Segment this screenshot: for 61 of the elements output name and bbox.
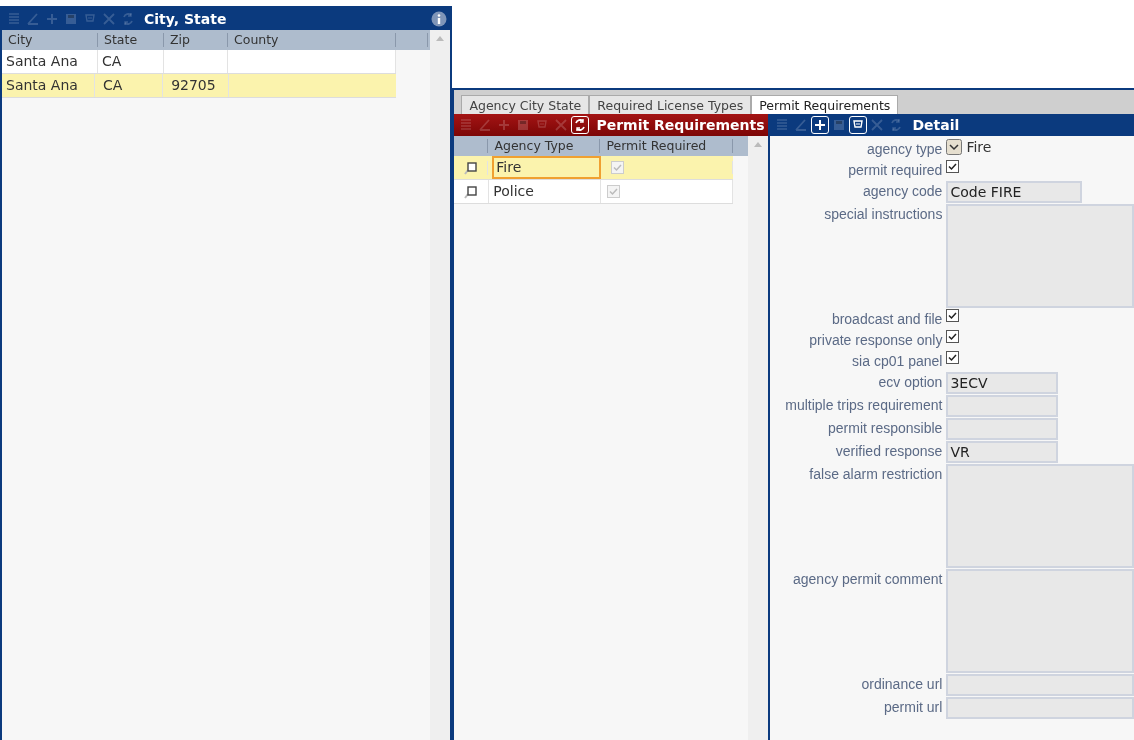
table-row[interactable]: Fire <box>454 156 734 180</box>
text-area[interactable] <box>946 464 1134 568</box>
dropdown-icon[interactable] <box>946 139 963 155</box>
filter-icon[interactable] <box>849 116 868 134</box>
input-field[interactable]: Code FIRE <box>946 181 1083 203</box>
field-label: false alarm restriction <box>808 465 943 484</box>
field-label: permit url <box>883 698 943 717</box>
field-label: special instructions <box>823 205 943 224</box>
refresh-icon[interactable] <box>571 116 590 134</box>
field-label: ecv option <box>877 373 943 392</box>
table-row[interactable]: Santa Ana CA 92705 <box>2 74 396 98</box>
column-header[interactable]: Zip <box>164 33 228 47</box>
column-header[interactable]: City <box>2 33 98 47</box>
field-label: multiple trips requirement <box>784 396 943 415</box>
checkbox[interactable] <box>946 351 960 364</box>
panel-title: City, State <box>144 11 227 27</box>
table-cell: 92705 <box>167 74 230 97</box>
field-label: verified response <box>834 442 943 461</box>
column-header[interactable]: County <box>228 33 396 47</box>
scroll-up-icon[interactable] <box>754 142 763 147</box>
select-value: Fire <box>966 139 992 155</box>
table-row[interactable]: Santa Ana CA <box>2 50 396 74</box>
table-row[interactable]: Police <box>454 180 734 204</box>
input-field[interactable]: VR <box>946 441 1059 463</box>
text-area[interactable] <box>946 569 1134 673</box>
input-field[interactable] <box>946 395 1059 417</box>
field-label: private response only <box>808 331 943 350</box>
input-field[interactable] <box>946 418 1059 440</box>
table-cell: CA <box>98 50 164 73</box>
column-header[interactable]: State <box>98 33 164 47</box>
table-cell: CA <box>99 74 164 97</box>
tab[interactable]: Permit Requirements <box>751 95 899 114</box>
field-label: agency type <box>865 140 943 159</box>
tab[interactable]: Agency City State <box>461 95 590 114</box>
table-cell: Police <box>489 180 601 203</box>
plus-icon[interactable] <box>811 116 830 134</box>
tab[interactable]: Required License Types <box>589 95 752 114</box>
field-label: broadcast and file <box>830 310 943 329</box>
column-header[interactable]: Agency Type <box>488 139 601 153</box>
info-icon[interactable] <box>431 11 448 27</box>
panel-title: Detail <box>912 117 960 133</box>
table-cell: Fire <box>492 156 601 179</box>
row-marker-icon[interactable] <box>463 160 478 175</box>
checkbox[interactable] <box>946 330 960 343</box>
input-field[interactable] <box>946 697 1134 719</box>
checkbox[interactable] <box>946 160 960 173</box>
row-marker-icon[interactable] <box>464 184 479 199</box>
field-label: permit required <box>847 161 943 180</box>
input-field[interactable] <box>946 674 1134 696</box>
field-label: permit responsible <box>827 419 943 438</box>
field-label: agency code <box>862 182 943 201</box>
panel-title: Permit Requirements <box>596 117 765 133</box>
scroll-up-icon[interactable] <box>436 36 445 41</box>
column-header[interactable]: Permit Required <box>600 139 734 153</box>
input-field[interactable]: 3ECV <box>946 372 1059 394</box>
table-cell: Santa Ana <box>2 50 98 73</box>
field-label: sia cp01 panel <box>851 352 943 371</box>
field-label: ordinance url <box>860 675 943 694</box>
table-cell: Santa Ana <box>2 74 96 97</box>
checkbox[interactable] <box>946 309 960 322</box>
field-label: agency permit comment <box>792 570 943 589</box>
